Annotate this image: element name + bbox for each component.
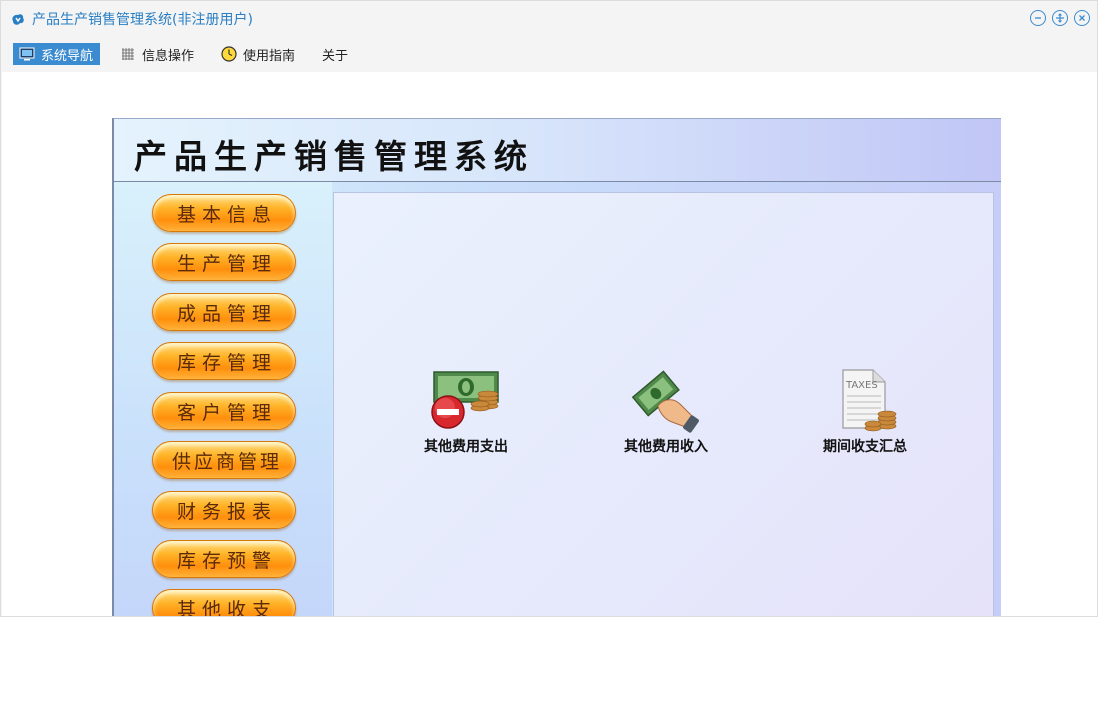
nav-header: 产品生产销售管理系统 — [114, 119, 1001, 182]
sidebar-button-financial-reports[interactable]: 财务报表 — [152, 491, 296, 529]
app-window: 产品生产销售管理系统(非注册用户) 系统导航 信息操作 使用指南 关于 产品生产… — [0, 0, 1098, 617]
menu-bar: 系统导航 信息操作 使用指南 关于 — [13, 42, 369, 66]
sidebar-button-label: 成品管理 — [176, 302, 277, 325]
sidebar-button-inventory[interactable]: 库存管理 — [152, 342, 296, 380]
menu-item-info-ops[interactable]: 信息操作 — [114, 43, 201, 65]
monitor-icon — [19, 47, 35, 61]
sidebar-button-label: 财务报表 — [176, 500, 277, 523]
function-other-income[interactable]: 其他费用收入 — [591, 368, 741, 456]
navigation-panel: 产品生产销售管理系统 基本信息 生产管理 成品管理 库存管理 客户管理 供应商管… — [112, 118, 1001, 617]
menu-item-about[interactable]: 关于 — [316, 43, 355, 65]
window-title: 产品生产销售管理系统(非注册用户) — [32, 12, 253, 28]
nav-sidebar: 基本信息 生产管理 成品管理 库存管理 客户管理 供应商管理 财务报表 库存预警… — [114, 182, 332, 617]
menu-item-label: 信息操作 — [142, 48, 195, 64]
menu-item-system-nav[interactable]: 系统导航 — [13, 43, 101, 65]
sidebar-button-production[interactable]: 生产管理 — [152, 243, 296, 281]
grid-icon — [120, 47, 136, 61]
function-label: 其他费用支出 — [424, 439, 508, 455]
menu-item-user-guide[interactable]: 使用指南 — [215, 43, 302, 65]
sidebar-button-label: 库存管理 — [176, 351, 277, 374]
app-logo-icon — [10, 12, 26, 28]
sidebar-button-label: 客户管理 — [176, 401, 277, 424]
money-hand-icon — [628, 368, 704, 434]
sidebar-button-finished-goods[interactable]: 成品管理 — [152, 293, 296, 331]
title-bar[interactable]: 产品生产销售管理系统(非注册用户) — [1, 1, 1097, 39]
function-period-summary[interactable]: TAXES 期间收支汇总 — [790, 368, 940, 456]
money-remove-icon — [428, 368, 504, 434]
function-label: 其他费用收入 — [624, 439, 708, 455]
function-label: 期间收支汇总 — [823, 439, 907, 455]
menu-item-label: 使用指南 — [243, 48, 296, 64]
function-panel: 其他费用支出 其他费用收入 TAXES 期间收支汇总 — [333, 192, 994, 616]
nav-title: 产品生产销售管理系统 — [134, 137, 534, 176]
sidebar-button-customers[interactable]: 客户管理 — [152, 392, 296, 430]
sidebar-button-suppliers[interactable]: 供应商管理 — [152, 441, 296, 479]
menu-item-label: 关于 — [322, 48, 349, 64]
content-area: 产品生产销售管理系统 基本信息 生产管理 成品管理 库存管理 客户管理 供应商管… — [2, 72, 1097, 617]
sidebar-button-stock-alert[interactable]: 库存预警 — [152, 540, 296, 578]
clock-icon — [221, 46, 237, 62]
sidebar-button-label: 其他收支 — [176, 598, 277, 617]
taxes-document-icon: TAXES — [827, 368, 903, 434]
maximize-icon[interactable] — [1052, 10, 1068, 26]
sidebar-button-other-income-expense[interactable]: 其他收支 — [152, 589, 296, 617]
sidebar-button-label: 生产管理 — [176, 252, 277, 275]
sidebar-button-label: 基本信息 — [176, 203, 277, 226]
function-other-expense[interactable]: 其他费用支出 — [391, 368, 541, 456]
taxes-label: TAXES — [845, 380, 878, 391]
close-icon[interactable] — [1074, 10, 1090, 26]
sidebar-button-label: 库存预警 — [176, 549, 277, 572]
window-controls — [1030, 10, 1090, 26]
sidebar-button-basic-info[interactable]: 基本信息 — [152, 194, 296, 232]
minimize-icon[interactable] — [1030, 10, 1046, 26]
menu-item-label: 系统导航 — [41, 48, 94, 64]
sidebar-button-label: 供应商管理 — [171, 450, 282, 473]
